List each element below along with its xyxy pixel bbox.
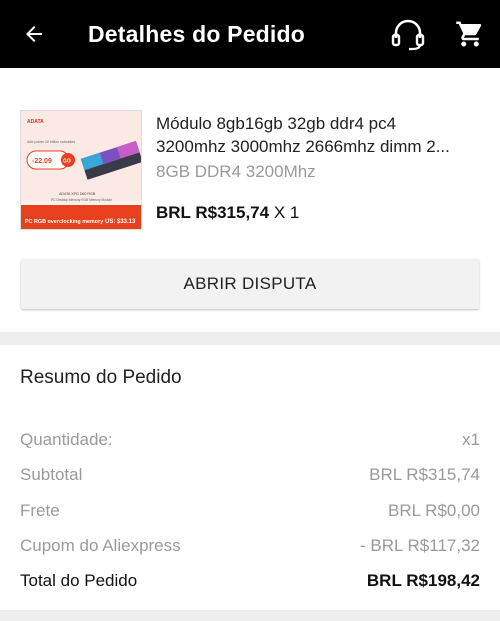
summary-row-quantity: Quantidade: x1 [20, 430, 480, 450]
open-dispute-button[interactable]: ABRIR DISPUTA [21, 259, 479, 309]
summary-label: Cupom do Aliexpress [20, 536, 181, 555]
summary-row-total: Total do Pedido BRL R$198,42 [20, 571, 480, 591]
shopping-cart-icon[interactable] [455, 18, 485, 50]
summary-title: Resumo do Pedido [20, 367, 182, 388]
summary-row-subtotal: Subtotal BRL R$315,74 [20, 465, 480, 485]
product-name-line2: 3200mhz 3000mhz 2666mhz dimm 2... [156, 137, 450, 156]
summary-row-shipping: Frete BRL R$0,00 [20, 501, 480, 521]
product-name-line1: Módulo 8gb16gb 32gb ddr4 pc4 [156, 114, 397, 133]
summary-label: Frete [20, 501, 60, 520]
product-name[interactable]: Módulo 8gb16gb 32gb ddr4 pc4 3200mhz 300… [156, 112, 486, 158]
summary-row-coupon: Cupom do Aliexpress - BRL R$117,32 [20, 536, 480, 556]
product-price: BRL R$315,74 X 1 [156, 203, 299, 223]
summary-label: Subtotal [20, 465, 83, 484]
thumb-go: GO [63, 159, 71, 165]
top-app-bar: Detalhes do Pedido [0, 0, 500, 68]
thumb-brand: ADATA [27, 119, 44, 125]
page-title: Detalhes do Pedido [88, 21, 306, 47]
thumb-us-price: US: $33.13 [105, 219, 136, 225]
thumb-subtitle1: ADATA XPG D60 RGB [59, 192, 96, 196]
summary-value: x1 [462, 430, 480, 449]
product-thumbnail[interactable]: ADATA Add points 10 billion subsidies -2… [20, 110, 142, 230]
product-variant: 8GB DDR4 3200Mhz [156, 162, 316, 181]
back-arrow-icon[interactable] [18, 18, 50, 50]
thumb-banner: PC RGB overclocking memory [25, 219, 103, 225]
thumb-promo: Add points 10 billion subsidies [27, 140, 75, 144]
headset-support-icon[interactable] [390, 18, 426, 52]
summary-value: BRL R$0,00 [388, 501, 480, 520]
thumb-price-tag: -22.09 [32, 158, 52, 165]
thumb-subtitle2: PC Desktop Memory RGB Memory Module [51, 198, 112, 202]
product-quantity: X 1 [273, 203, 300, 222]
summary-label: Quantidade: [20, 430, 113, 449]
total-label: Total do Pedido [20, 571, 138, 590]
product-price-value: BRL R$315,74 [156, 203, 270, 222]
summary-value: - BRL R$117,32 [359, 536, 480, 555]
total-value: BRL R$198,42 [366, 571, 480, 590]
summary-value: BRL R$315,74 [369, 465, 480, 484]
